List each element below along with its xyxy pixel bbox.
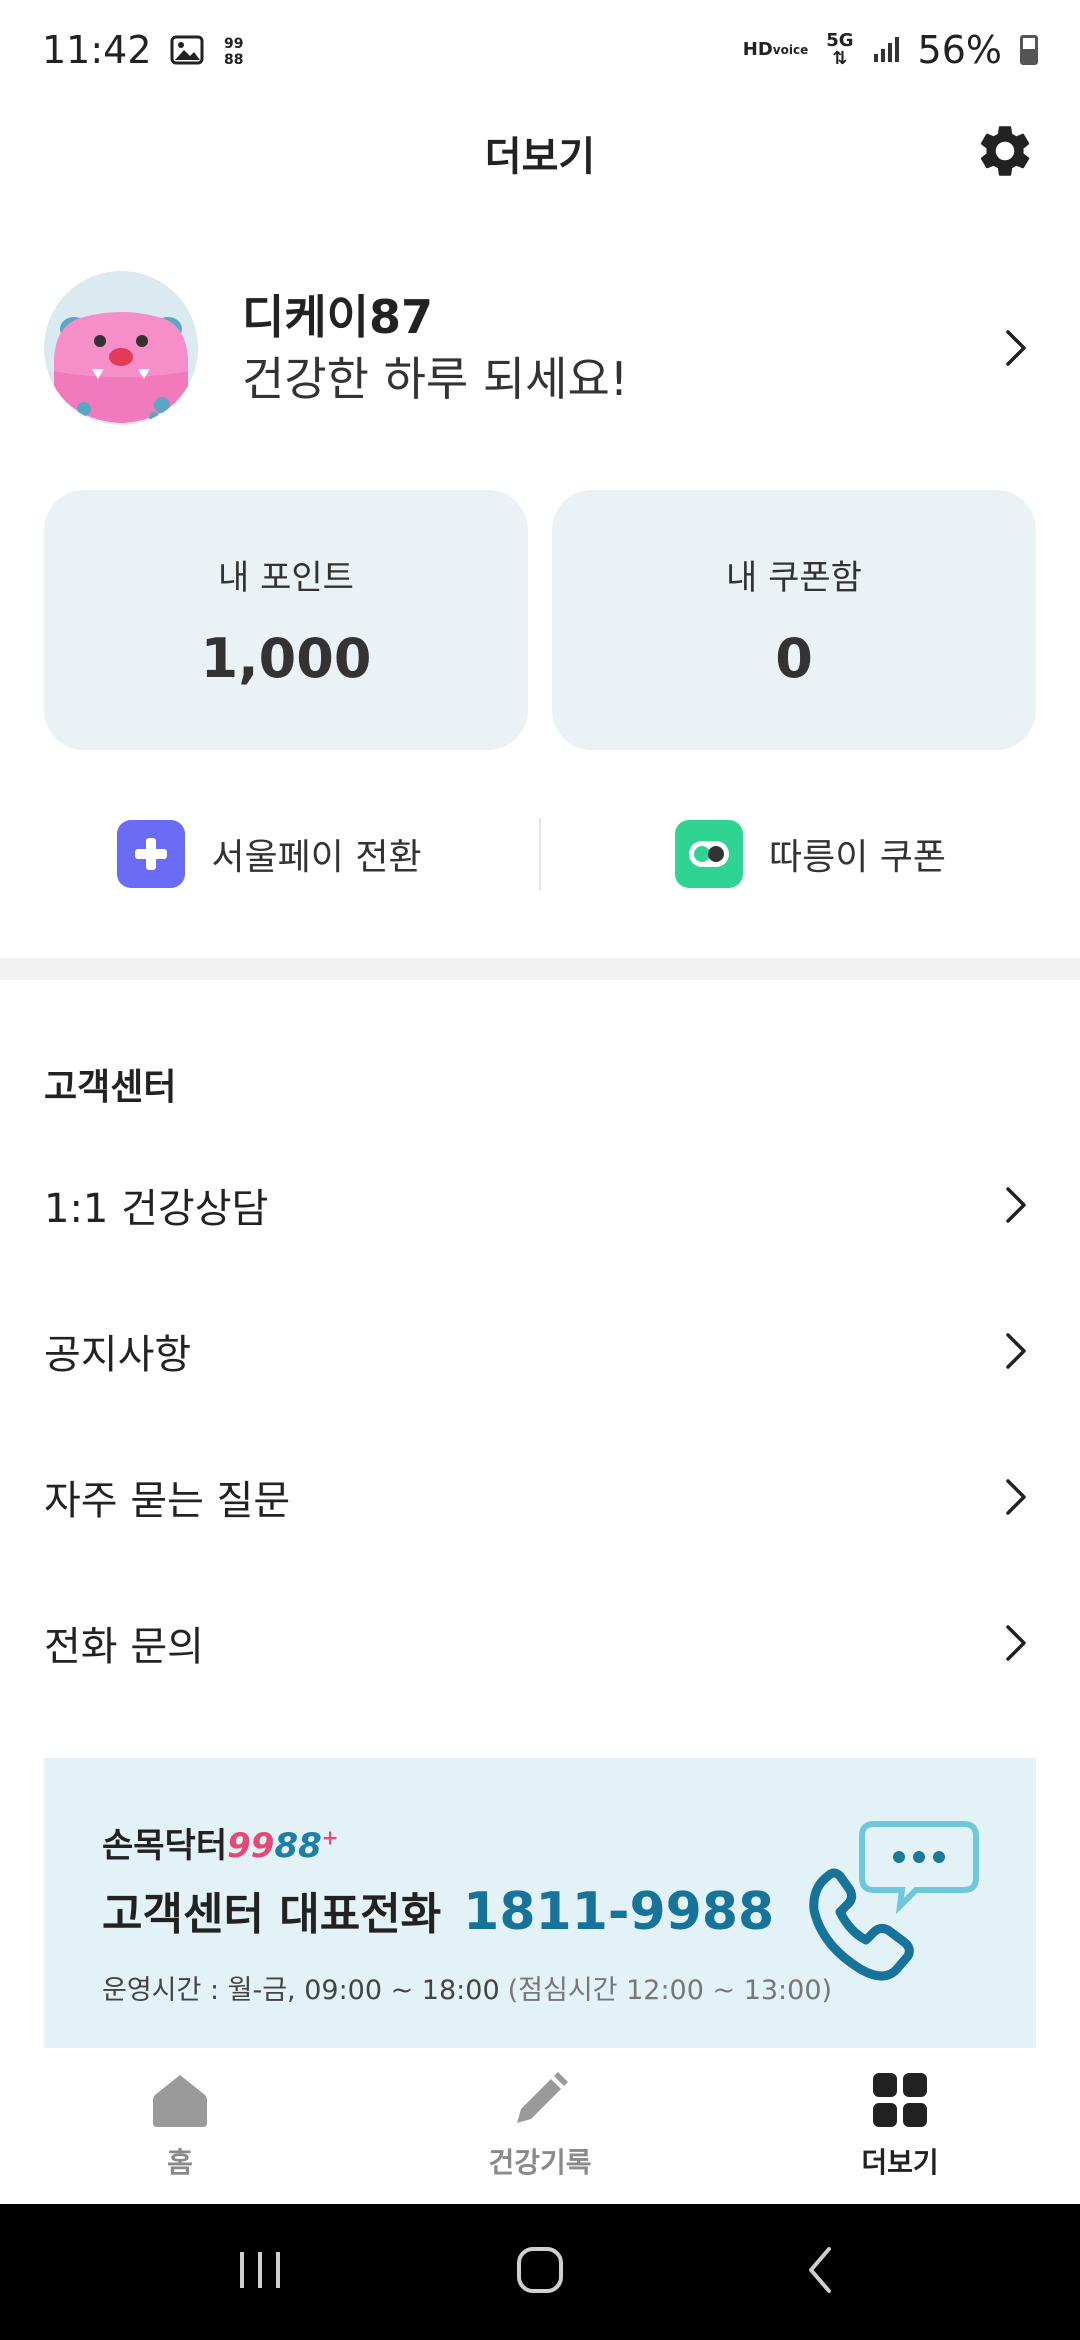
pencil-icon [511, 2071, 569, 2133]
header: 더보기 [0, 100, 1080, 206]
seoulpay-icon [117, 820, 186, 888]
avatar [44, 271, 198, 425]
customer-center-menu: 1:1 건강상담 공지사항 자주 묻는 질문 전화 문의 [0, 1132, 1080, 1716]
seoulpay-label: 서울페이 전환 [211, 837, 422, 878]
battery-percent: 56% [917, 28, 1002, 72]
points-label: 내 포인트 [218, 558, 354, 598]
points-card[interactable]: 내 포인트 1,000 [44, 490, 528, 750]
banner-logo-num-b: 88 [274, 1826, 322, 1866]
coupon-value: 0 [775, 627, 813, 690]
svg-text:88: 88 [224, 52, 243, 67]
home-icon [151, 2071, 209, 2133]
profile-greeting: 건강한 하루 되세요! [242, 352, 629, 406]
banner-hours-text: 운영시간 : 월-금, 09:00 ~ 18:00 [102, 1975, 500, 2006]
gear-icon [974, 120, 1036, 186]
menu-item-notice[interactable]: 공지사항 [0, 1278, 1080, 1424]
menu-item-phone-inquiry[interactable]: 전화 문의 [0, 1570, 1080, 1716]
ddareungi-coupon-button[interactable]: 따릉이 쿠폰 [541, 800, 1080, 908]
points-value: 1,000 [200, 627, 372, 690]
menu-item-label: 1:1 건강상담 [44, 1186, 269, 1232]
signal-icon [872, 36, 900, 64]
call-center-banner[interactable]: 손목닥터9988+ 고객센터 대표전화 1811-9988 운영시간 : 월-금… [44, 1758, 1036, 2048]
profile-text: 디케이87 건강한 하루 되세요! [242, 287, 996, 409]
5g-icon: 5G ⇅ [826, 30, 854, 69]
chevron-right-icon [996, 1185, 1036, 1225]
chevron-right-icon [996, 1623, 1036, 1663]
hd-voice-icon: HD voice [742, 39, 809, 60]
banner-logo: 손목닥터9988+ [102, 1818, 339, 1867]
banner-headline: 고객센터 대표전화 1811-9988 [102, 1878, 774, 1942]
menu-item-health-consult[interactable]: 1:1 건강상담 [0, 1132, 1080, 1278]
banner-logo-text: 손목닥터 [102, 1826, 228, 1866]
bottom-tab-bar: 홈 건강기록 더보기 [0, 2048, 1080, 2204]
battery-icon [1020, 35, 1038, 65]
menu-item-label: 자주 묻는 질문 [44, 1478, 291, 1524]
grid-icon [871, 2071, 929, 2133]
tab-health-record[interactable]: 건강기록 [360, 2048, 720, 2204]
tab-health-record-label: 건강기록 [488, 2146, 592, 2179]
seoulpay-convert-button[interactable]: 서울페이 전환 [0, 800, 539, 908]
chevron-right-icon [996, 1331, 1036, 1371]
screen: 11:42 99 88 HD voice 5G ⇅ 56% 더보기 디케이87 … [0, 0, 1080, 2340]
banner-lunch-text: (점심시간 12:00 ~ 13:00) [507, 1975, 833, 2006]
menu-item-label: 전화 문의 [44, 1624, 204, 1670]
customer-center-title: 고객센터 [44, 1067, 177, 1108]
tab-more-label: 더보기 [861, 2146, 939, 2179]
profile-name: 디케이87 [242, 290, 433, 344]
menu-item-label: 공지사항 [44, 1332, 192, 1378]
chevron-right-icon [996, 1477, 1036, 1517]
chevron-right-icon [996, 328, 1036, 368]
tab-home-label: 홈 [167, 2146, 193, 2179]
quick-links: 서울페이 전환 따릉이 쿠폰 [0, 800, 1080, 908]
coupon-label: 내 쿠폰함 [726, 558, 862, 598]
menu-item-faq[interactable]: 자주 묻는 질문 [0, 1424, 1080, 1570]
banner-title: 고객센터 대표전화 [102, 1889, 442, 1940]
svg-text:99: 99 [224, 36, 243, 52]
phone-chat-icon [804, 1818, 984, 1988]
section-divider [0, 958, 1080, 980]
back-icon [805, 2245, 835, 2299]
status-bar: 11:42 99 88 HD voice 5G ⇅ 56% [0, 0, 1080, 100]
banner-logo-num-a: 99 [227, 1826, 275, 1866]
status-left: 11:42 99 88 [42, 28, 250, 72]
back-button[interactable] [770, 2222, 870, 2322]
ddareungi-icon [674, 820, 743, 888]
tab-more[interactable]: 더보기 [720, 2048, 1080, 2204]
banner-phone[interactable]: 1811-9988 [463, 1882, 774, 1942]
banner-hours: 운영시간 : 월-금, 09:00 ~ 18:00 (점심시간 12:00 ~ 1… [102, 1968, 832, 2007]
coupon-card[interactable]: 내 쿠폰함 0 [552, 490, 1036, 750]
status-right: HD voice 5G ⇅ 56% [743, 28, 1038, 72]
home-nav-button[interactable] [490, 2222, 590, 2322]
tab-home[interactable]: 홈 [0, 2048, 360, 2204]
home-circle-icon [515, 2245, 565, 2299]
system-nav-bar [0, 2204, 1080, 2340]
status-time: 11:42 [42, 28, 152, 72]
recent-apps-icon [236, 2248, 284, 2296]
profile-row[interactable]: 디케이87 건강한 하루 되세요! [44, 270, 1036, 426]
recent-apps-button[interactable] [210, 2222, 310, 2322]
app-notification-icon: 99 88 [222, 33, 250, 67]
ddareungi-label: 따릉이 쿠폰 [768, 837, 947, 878]
banner-logo-plus: + [321, 1825, 339, 1850]
page-title: 더보기 [484, 134, 596, 180]
settings-button[interactable] [972, 120, 1038, 186]
gallery-icon [170, 35, 204, 65]
summary-cards: 내 포인트 1,000 내 쿠폰함 0 [44, 490, 1036, 750]
